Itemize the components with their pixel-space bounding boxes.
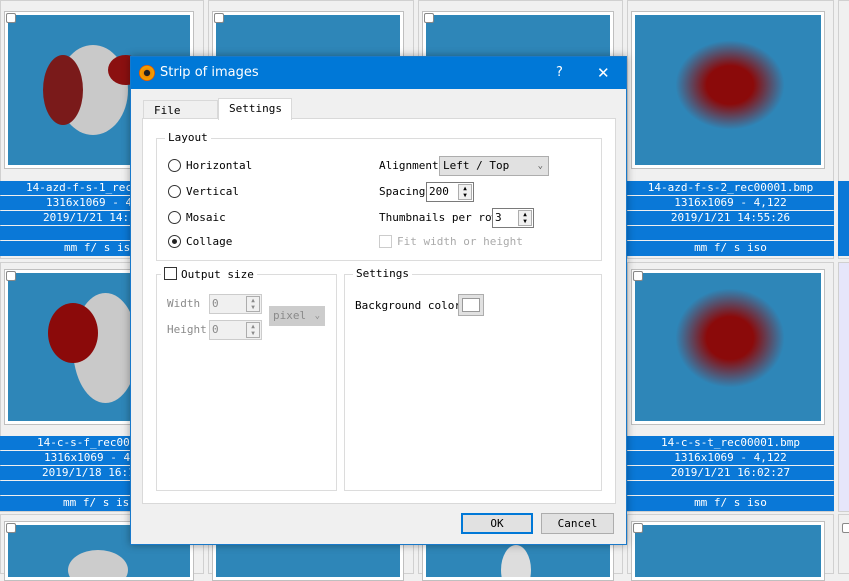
- spacing-value: 200: [429, 185, 449, 198]
- thumbnail-image[interactable]: [631, 11, 825, 169]
- dialog-titlebar[interactable]: Strip of images ? ✕: [131, 57, 626, 89]
- chevron-down-icon: ⌄: [537, 161, 543, 171]
- chevron-down-icon: ⌄: [314, 311, 320, 321]
- mosaic-label: Mosaic: [186, 211, 226, 224]
- spinner-arrows-icon[interactable]: ▲ ▼: [518, 210, 532, 226]
- spinner-arrows-icon[interactable]: ▲ ▼: [246, 296, 260, 312]
- thumbnail-checkbox[interactable]: [424, 13, 434, 23]
- label-text: mm f/ s iso: [63, 496, 136, 509]
- layout-group: Layout Horizontal Vertical Mosaic Collag…: [156, 131, 602, 261]
- thumbnail-cell: [838, 262, 849, 512]
- width-spinner[interactable]: 0 ▲ ▼: [209, 294, 262, 314]
- thumbnail-checkbox[interactable]: [214, 13, 224, 23]
- spinner-arrows-icon[interactable]: ▲ ▼: [458, 184, 472, 200]
- output-size-group: Output size Width 0 ▲ ▼ Height 0 ▲ ▼ pixel ⌄: [156, 267, 337, 491]
- thumbnail-filename: 14-azd-f-s-2_rec00001.bmp: [627, 181, 834, 195]
- thumbnail-exif: mm f/ s iso: [627, 241, 834, 256]
- ok-button[interactable]: OK: [461, 513, 533, 534]
- output-size-checkbox[interactable]: [164, 267, 177, 280]
- label-text: 2019/1/21 14:23: [43, 211, 143, 224]
- background-color-button[interactable]: [458, 294, 484, 316]
- unit-select[interactable]: pixel ⌄: [269, 306, 325, 326]
- layout-legend: Layout: [165, 131, 211, 145]
- thumbnail-blank: [627, 481, 834, 495]
- thumbnail-filename: 14-c-s-t_rec00001.bmp: [627, 436, 834, 450]
- help-button[interactable]: ?: [556, 65, 563, 81]
- settings-group: Settings Background color: [344, 267, 602, 491]
- unit-value: pixel: [273, 309, 307, 322]
- radio-horizontal[interactable]: [168, 159, 181, 172]
- height-value: 0: [212, 323, 219, 336]
- label-text: mm f/ s iso: [64, 241, 137, 254]
- thumbnails-per-row-label: Thumbnails per row: [379, 211, 499, 224]
- fit-label: Fit width or height: [397, 235, 523, 248]
- thumbnail-image[interactable]: [631, 269, 825, 425]
- collage-label: Collage: [186, 235, 233, 248]
- label-text: 1316x1069 - 4,: [44, 451, 137, 464]
- dialog-title: Strip of images: [160, 65, 259, 80]
- thumbnail-date: 2019/1/21 16:02:27: [627, 466, 834, 480]
- thumbnail-cell: [838, 514, 849, 574]
- thumbnail-date: 2019/1/21 14:55:26: [627, 211, 834, 225]
- tab-settings[interactable]: Settings: [218, 98, 292, 120]
- thumbnail-size: 1316x1069 - 4,122: [627, 196, 834, 210]
- output-size-legend: Output size: [161, 267, 257, 282]
- thumbnail-label-strip: [838, 181, 849, 256]
- spacing-spinner[interactable]: 200 ▲ ▼: [426, 182, 474, 202]
- vertical-label: Vertical: [186, 185, 239, 198]
- height-spinner[interactable]: 0 ▲ ▼: [209, 320, 262, 340]
- height-label: Height: [167, 323, 207, 336]
- app-logo-icon: [139, 65, 155, 81]
- alignment-value: Left / Top: [443, 159, 510, 172]
- radio-mosaic[interactable]: [168, 211, 181, 224]
- horizontal-label: Horizontal: [186, 159, 253, 172]
- radio-collage[interactable]: [168, 235, 181, 248]
- strip-of-images-dialog: Strip of images ? ✕ File list Settings L…: [130, 56, 627, 545]
- thumbnail-size: 1316x1069 - 4,122: [627, 451, 834, 465]
- thumbnail-checkbox[interactable]: [6, 271, 16, 281]
- label-text: 14-azd-f-s-1_rec00: [26, 181, 146, 194]
- background-color-label: Background color: [355, 299, 461, 312]
- cancel-button[interactable]: Cancel: [541, 513, 614, 534]
- spacing-label: Spacing: [379, 185, 426, 198]
- thumbnail-checkbox[interactable]: [633, 271, 643, 281]
- thumbnails-per-row-spinner[interactable]: 3 ▲ ▼: [492, 208, 534, 228]
- width-value: 0: [212, 297, 219, 310]
- thumbnail-cell[interactable]: [627, 514, 834, 581]
- tab-file-list[interactable]: File list: [143, 100, 218, 136]
- alignment-label: Alignment: [379, 159, 439, 172]
- thumbnail-exif: mm f/ s iso: [627, 496, 834, 511]
- label-text: 2019/1/18 16:18: [42, 466, 142, 479]
- output-size-label: Output size: [181, 268, 254, 281]
- alignment-select[interactable]: Left / Top ⌄: [439, 156, 549, 176]
- thumbnail-checkbox[interactable]: [6, 13, 16, 23]
- close-button[interactable]: ✕: [597, 64, 610, 82]
- settings-panel: Layout Horizontal Vertical Mosaic Collag…: [142, 118, 616, 504]
- fit-checkbox[interactable]: [379, 235, 392, 248]
- thumbnail-blank: [627, 226, 834, 240]
- width-label: Width: [167, 297, 201, 310]
- per-row-value: 3: [495, 211, 502, 224]
- radio-vertical[interactable]: [168, 185, 181, 198]
- settings-legend: Settings: [353, 267, 412, 281]
- label-text: 1316x1069 - 4,: [46, 196, 139, 209]
- color-swatch: [462, 298, 480, 312]
- label-text: 14-c-s-f_rec0000: [37, 436, 143, 449]
- spinner-arrows-icon[interactable]: ▲ ▼: [246, 322, 260, 338]
